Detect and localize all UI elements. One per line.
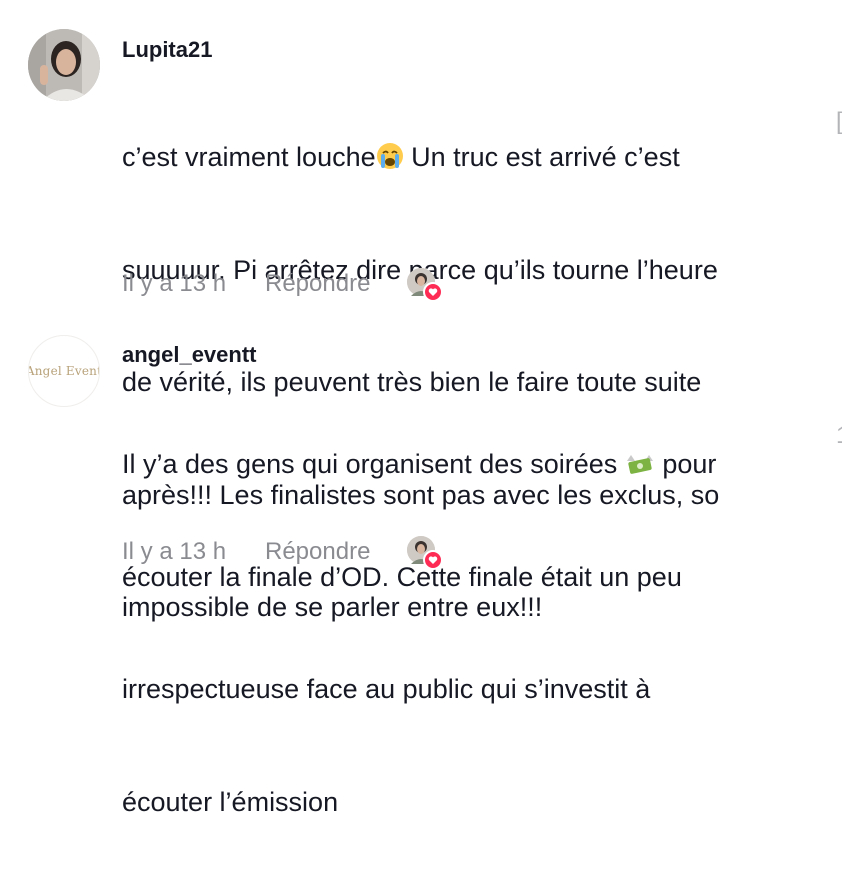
comment-line: pour xyxy=(654,449,717,479)
reply-button[interactable]: Répondre xyxy=(265,270,370,298)
comment-timestamp: Il y a 13 h xyxy=(122,538,227,565)
side-indicator: 1 xyxy=(836,422,842,450)
crying-face-emoji-icon xyxy=(376,143,403,169)
comment-timestamp: Il y a 13 h xyxy=(122,270,227,297)
comment-line: irrespectueuse face au public qui s’inve… xyxy=(122,674,651,704)
heart-icon xyxy=(423,550,443,570)
avatar[interactable] xyxy=(28,29,100,101)
creator-liked-badge xyxy=(407,536,443,570)
creator-liked-badge xyxy=(407,268,443,302)
money-with-wings-emoji-icon xyxy=(626,455,653,474)
avatar-photo-icon xyxy=(28,29,100,101)
comment-username[interactable]: angel_eventt xyxy=(122,342,257,368)
side-indicator: [ xyxy=(836,108,842,136)
comment-line: Un truc est arrivé c’est xyxy=(403,142,680,172)
heart-icon xyxy=(423,282,443,302)
comment-item: Angel Event angel_eventt Il y’a des gens… xyxy=(0,310,842,817)
comment-username[interactable]: Lupita21 xyxy=(122,37,212,63)
avatar-logo-text: Angel Event xyxy=(28,364,100,378)
reply-button[interactable]: Répondre xyxy=(265,538,370,566)
avatar[interactable]: Angel Event xyxy=(28,335,100,407)
comment-line: c’est vraiment louche xyxy=(122,142,376,172)
comment-text: Il y’a des gens qui organisent des soiré… xyxy=(122,371,802,896)
comment-item: Lupita21 c’est vraiment louche Un truc e… xyxy=(0,0,842,622)
comment-line: écouter l’émission xyxy=(122,786,339,817)
comment-line: Il y’a des gens qui organisent des soiré… xyxy=(122,449,618,479)
